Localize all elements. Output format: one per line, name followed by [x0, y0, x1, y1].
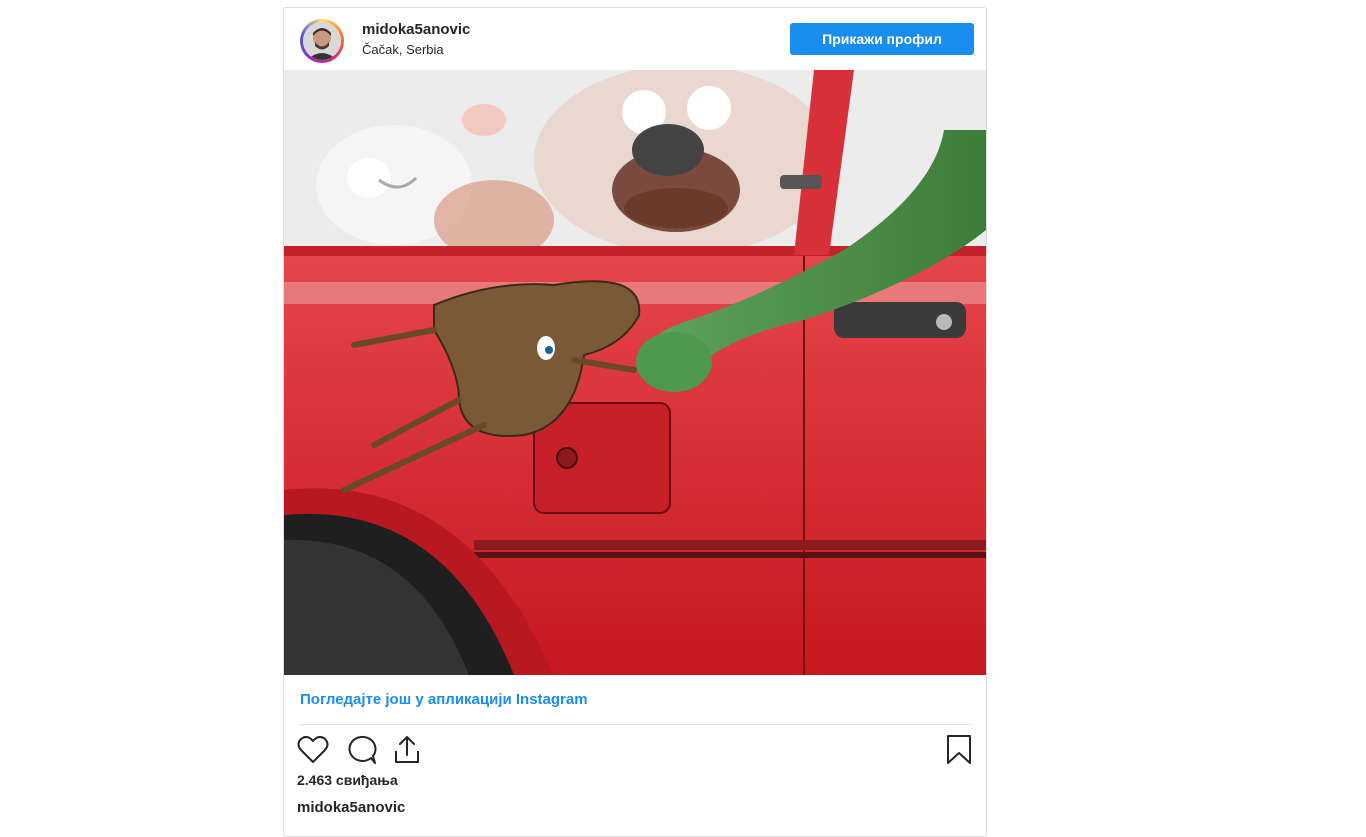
divider [300, 724, 973, 725]
post-image[interactable] [284, 70, 986, 675]
bookmark-icon [947, 735, 971, 764]
username[interactable]: midoka5anovic [362, 21, 470, 38]
view-profile-button[interactable]: Прикажи профил [790, 23, 974, 55]
save-button[interactable] [942, 733, 976, 767]
likes-count[interactable]: 2.463 свиђања [297, 772, 398, 788]
instagram-embed: midoka5anovic Čačak, Serbia Прикажи проф… [283, 7, 987, 837]
comment-icon [348, 735, 377, 764]
comment-button[interactable] [344, 733, 378, 767]
share-icon [395, 736, 419, 763]
avatar-image [303, 22, 341, 60]
heart-icon [297, 735, 329, 763]
post-header: midoka5anovic Čačak, Serbia Прикажи проф… [284, 8, 986, 70]
view-more-in-app-link[interactable]: Погледајте још у апликацији Instagram [300, 691, 588, 708]
caption-username[interactable]: midoka5anovic [297, 799, 405, 816]
location[interactable]: Čačak, Serbia [362, 42, 444, 57]
action-bar [284, 733, 986, 767]
share-button[interactable] [390, 733, 424, 767]
avatar[interactable] [300, 19, 344, 63]
like-button[interactable] [296, 733, 330, 767]
